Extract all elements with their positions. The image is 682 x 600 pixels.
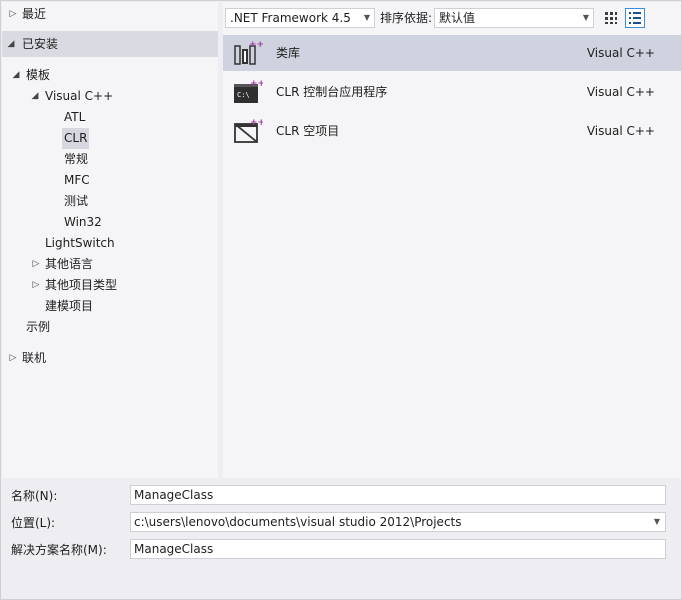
small-icons-view-icon <box>605 12 617 24</box>
clr-console-icon: C:\ ++ <box>234 79 263 103</box>
tree-item-mfc[interactable]: MFC <box>2 170 218 191</box>
template-item-class-library[interactable]: ++ 类库 Visual C++ <box>223 35 681 71</box>
location-row: 位置(L): c:\users\lenovo\documents\visual … <box>2 512 681 534</box>
tree-item-other-project-types[interactable]: ▷ 其他项目类型 <box>2 275 218 296</box>
tree-item-templates[interactable]: ◢ 模板 <box>2 65 218 86</box>
tree-item-clr[interactable]: CLR <box>2 128 218 149</box>
solution-name-input[interactable]: ManageClass <box>130 539 666 559</box>
expand-arrow-icon[interactable]: ▷ <box>31 275 41 296</box>
tree-item-samples[interactable]: 示例 <box>2 317 218 338</box>
collapse-arrow-icon[interactable]: ◢ <box>6 31 16 57</box>
tree-item-recent[interactable]: ▷ 最近 <box>2 4 218 25</box>
tree-item-lightswitch[interactable]: LightSwitch <box>2 233 218 254</box>
template-toolbar: .NET Framework 4.5 ▼ 排序依据: 默认值 ▼ <box>223 6 681 30</box>
expand-arrow-icon[interactable]: ▷ <box>31 254 41 275</box>
clr-empty-project-icon: ++ <box>234 118 263 143</box>
expand-arrow-icon[interactable]: ▷ <box>8 4 18 25</box>
collapse-arrow-icon[interactable]: ◢ <box>11 65 21 86</box>
location-combobox[interactable]: c:\users\lenovo\documents\visual studio … <box>130 512 666 532</box>
chevron-down-icon: ▼ <box>363 13 370 22</box>
solution-row: 解决方案名称(M): ManageClass <box>2 539 681 561</box>
class-library-icon: ++ <box>234 40 263 65</box>
solution-name-label: 解决方案名称(M): <box>11 543 107 557</box>
details-view-button[interactable] <box>625 8 645 28</box>
svg-text:++: ++ <box>250 79 263 89</box>
name-input[interactable]: ManageClass <box>130 485 666 505</box>
project-settings-form: 名称(N): ManageClass 位置(L): c:\users\lenov… <box>2 479 681 599</box>
tree-item-general[interactable]: 常规 <box>2 149 218 170</box>
sort-dropdown[interactable]: 默认值 ▼ <box>434 8 594 28</box>
tree-item-modeling-projects[interactable]: 建模项目 <box>2 296 218 317</box>
tree-item-installed[interactable]: ◢ 已安装 <box>2 31 218 57</box>
tree-item-online[interactable]: ▷ 联机 <box>2 348 218 369</box>
svg-text:++: ++ <box>249 40 263 50</box>
tree-item-win32[interactable]: Win32 <box>2 212 218 233</box>
new-project-dialog: ▷ 最近 ◢ 已安装 ◢ 模板 ◢ Visual C++ ATL CLR 常规 … <box>0 0 682 600</box>
small-icons-view-button[interactable] <box>601 8 621 28</box>
expand-arrow-icon[interactable]: ▷ <box>8 348 18 369</box>
template-tree: ▷ 最近 ◢ 已安装 ◢ 模板 ◢ Visual C++ ATL CLR 常规 … <box>2 2 218 478</box>
name-label: 名称(N): <box>11 489 58 503</box>
tree-item-atl[interactable]: ATL <box>2 107 218 128</box>
svg-text:++: ++ <box>250 118 263 128</box>
name-row: 名称(N): ManageClass <box>2 485 681 507</box>
template-item-clr-empty-project[interactable]: ++ CLR 空项目 Visual C++ <box>223 113 681 149</box>
sort-label: 排序依据: <box>380 11 433 25</box>
location-label: 位置(L): <box>11 516 56 530</box>
details-view-icon <box>629 12 641 24</box>
svg-text:C:\: C:\ <box>237 91 250 99</box>
template-item-clr-console[interactable]: C:\ ++ CLR 控制台应用程序 Visual C++ <box>223 74 681 110</box>
tree-item-test[interactable]: 测试 <box>2 191 218 212</box>
chevron-down-icon[interactable]: ▼ <box>654 513 660 531</box>
tree-item-other-languages[interactable]: ▷ 其他语言 <box>2 254 218 275</box>
collapse-arrow-icon[interactable]: ◢ <box>30 86 40 107</box>
chevron-down-icon: ▼ <box>582 13 589 22</box>
framework-dropdown[interactable]: .NET Framework 4.5 ▼ <box>225 8 375 28</box>
template-list-pane: .NET Framework 4.5 ▼ 排序依据: 默认值 ▼ ++ 类库 V… <box>223 2 681 478</box>
tree-item-visual-cpp[interactable]: ◢ Visual C++ <box>2 86 218 107</box>
